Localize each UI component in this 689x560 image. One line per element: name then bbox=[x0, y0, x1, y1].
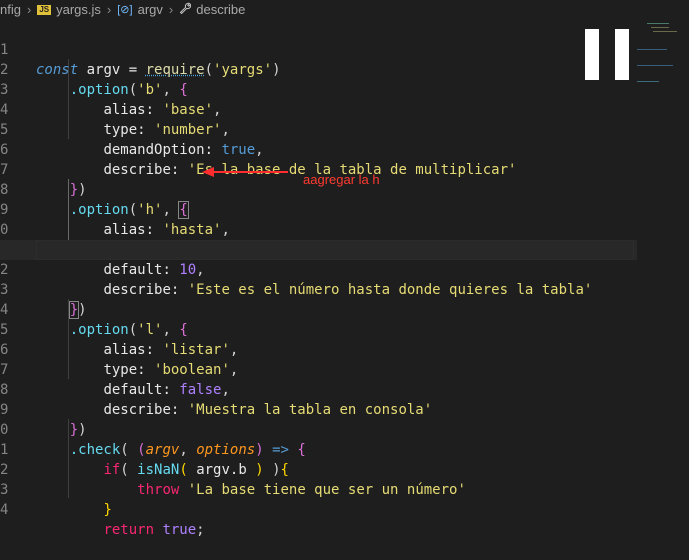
minimap-line bbox=[637, 65, 673, 66]
code-line: 5 demandOption: true, bbox=[0, 100, 689, 158]
code-line: 6 type: 'boolean', bbox=[0, 320, 689, 378]
variable-icon: [⊘] bbox=[117, 4, 133, 16]
minimap-line bbox=[637, 49, 667, 50]
chevron-right-icon: › bbox=[26, 2, 32, 17]
javascript-file-icon: JS bbox=[37, 4, 52, 15]
minimap-line bbox=[647, 23, 669, 24]
chevron-right-icon: › bbox=[168, 2, 174, 17]
annotation-text: aagregar la h bbox=[303, 172, 380, 187]
code-token: return bbox=[103, 522, 155, 538]
code-editor[interactable]: 1 const argv = require('yargs') 2 .optio… bbox=[0, 19, 689, 538]
code-line: 3 } bbox=[0, 460, 689, 518]
breadcrumb-item-file[interactable]: JS yargs.js bbox=[37, 2, 101, 17]
code-line: 0 type: 'number', bbox=[0, 200, 689, 258]
breadcrumb-label: yargs.js bbox=[56, 2, 101, 17]
code-line: 9 }) bbox=[0, 380, 689, 438]
code-line: 7 default: false, bbox=[0, 340, 689, 398]
code-line: 8 describe: 'Muestra la tabla en consola… bbox=[0, 360, 689, 418]
code-line: 3 }) bbox=[0, 260, 689, 319]
code-line: 4 return true; bbox=[0, 502, 205, 538]
code-line: 4 type: 'number', bbox=[0, 80, 689, 138]
code-line: 2 throw 'La base tiene que ser un número… bbox=[0, 440, 689, 498]
code-line-current: 2 describe: 'Este es el número hasta don… bbox=[0, 240, 689, 298]
chevron-right-icon: › bbox=[106, 2, 112, 17]
breadcrumb-item-config[interactable]: nfig bbox=[0, 2, 21, 17]
breadcrumb-item-property[interactable]: describe bbox=[179, 2, 245, 17]
breadcrumb-label: describe bbox=[196, 2, 246, 17]
code-line: 4 .option('l', { bbox=[0, 280, 689, 338]
minimap-line bbox=[651, 27, 669, 28]
breadcrumb-label: argv bbox=[137, 2, 163, 17]
code-line: 7 }) bbox=[0, 140, 689, 198]
code-token: true bbox=[162, 522, 197, 538]
breadcrumb-label: nfig bbox=[0, 2, 21, 17]
code-line: 0 .check( (argv, options) => { bbox=[0, 400, 689, 458]
minimap-slider[interactable] bbox=[585, 29, 599, 80]
code-line: 1 default: 10, bbox=[0, 220, 689, 278]
code-line: 5 alias: 'listar', bbox=[0, 300, 689, 358]
breadcrumb: nfig › JS yargs.js › [⊘] argv › describe bbox=[0, 0, 689, 19]
minimap-line bbox=[637, 81, 659, 82]
code-token: } bbox=[103, 502, 112, 518]
breadcrumb-item-variable[interactable]: [⊘] argv bbox=[117, 2, 163, 17]
annotation-arrow-icon bbox=[202, 167, 288, 177]
code-line: 1 if( isNaN( argv.b ) ){ bbox=[0, 420, 689, 478]
minimap-line bbox=[653, 31, 677, 32]
line-number: 4 bbox=[0, 502, 9, 518]
minimap-slider[interactable] bbox=[615, 29, 629, 80]
code-line: 6 describe: 'Es la base de la tabla de m… bbox=[0, 120, 689, 178]
wrench-icon bbox=[179, 2, 192, 17]
minimap[interactable] bbox=[585, 19, 689, 498]
